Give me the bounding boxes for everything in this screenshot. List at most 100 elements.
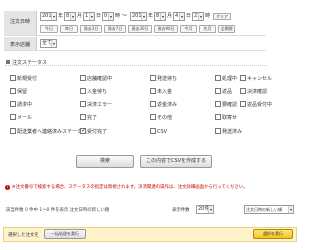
start-year-unit: 年 bbox=[58, 13, 64, 19]
quick-period-all-button[interactable]: 全期間 bbox=[218, 25, 235, 33]
checkbox-box[interactable] bbox=[215, 114, 221, 120]
status-checkbox-other[interactable]: その他 bbox=[150, 114, 172, 122]
checkbox-box[interactable] bbox=[240, 88, 246, 94]
checkbox-box[interactable] bbox=[215, 88, 221, 94]
chevron-down-icon: ▾ bbox=[89, 13, 94, 20]
checkbox-box[interactable] bbox=[215, 75, 221, 81]
quick-period-90days-button[interactable]: 過去90日 bbox=[154, 25, 178, 33]
status-checkbox-needs-check[interactable]: 要確認 bbox=[215, 101, 237, 109]
checkbox-box[interactable] bbox=[215, 128, 221, 134]
per-page-label: 表示件数 bbox=[172, 208, 190, 213]
checkbox-box[interactable] bbox=[215, 101, 221, 107]
status-option-label: 返金済み bbox=[157, 102, 178, 108]
results-summary: 該当件数 0 件中 1〜0 件を表示 注文日時の新しい順 bbox=[6, 208, 110, 213]
checkbox-box-checked[interactable] bbox=[80, 127, 86, 135]
status-checkbox-unpaid[interactable]: 未入金 bbox=[150, 88, 172, 96]
per-page-select[interactable]: 20件 ▾ bbox=[196, 205, 214, 214]
quick-period-yesterday-button[interactable]: 昨日 bbox=[60, 25, 78, 33]
chevron-down-icon: ▾ bbox=[179, 13, 184, 20]
status-checkbox-backorder[interactable]: 取寄せ bbox=[215, 114, 237, 122]
status-checkbox-mail[interactable]: メール bbox=[10, 114, 32, 122]
status-checkbox-csv[interactable]: CSV bbox=[150, 128, 167, 136]
end-year-unit: 年 bbox=[148, 13, 154, 19]
end-month-unit: 月 bbox=[167, 13, 173, 19]
checkbox-box[interactable] bbox=[150, 128, 156, 134]
status-option-label: CSV bbox=[157, 129, 168, 135]
status-toggle-icon[interactable] bbox=[6, 60, 10, 64]
notice-warning-icon: ! bbox=[5, 185, 10, 190]
start-day-unit: 日 bbox=[96, 13, 102, 19]
status-option-label: 保留 bbox=[17, 89, 28, 95]
status-option-label: 請求中 bbox=[17, 102, 33, 108]
search-button[interactable]: 検索 bbox=[76, 155, 134, 168]
status-checkbox-cancel[interactable]: キャンセル bbox=[240, 75, 272, 83]
status-checkbox-awaiting-payment[interactable]: 入金待ち bbox=[80, 88, 107, 96]
create-csv-button[interactable]: この内容でCSVを作成する bbox=[140, 155, 212, 168]
start-month-value: 8 bbox=[66, 13, 70, 19]
checkbox-box[interactable] bbox=[80, 101, 86, 107]
checkbox-box[interactable] bbox=[10, 101, 16, 107]
chevron-down-icon: ▾ bbox=[198, 13, 203, 20]
start-hour-select[interactable]: 0 ▾ bbox=[102, 12, 114, 21]
checkbox-box[interactable] bbox=[240, 75, 246, 81]
checkbox-box[interactable] bbox=[150, 101, 156, 107]
notice-text: ※注文番号で検索する場合、ステータスの指定は無視されます。決済関連の操作は、注文… bbox=[12, 185, 248, 190]
status-checkbox-invoicing[interactable]: 請求中 bbox=[10, 101, 32, 109]
status-checkbox-shipped[interactable]: 発送済み bbox=[215, 128, 242, 136]
quick-period-30days-button[interactable]: 過去30日 bbox=[128, 25, 152, 33]
end-day-select[interactable]: 4 ▾ bbox=[173, 12, 185, 21]
status-section-label: 注文ステータス bbox=[12, 60, 48, 66]
status-checkbox-payment-error[interactable]: 決済エラー bbox=[80, 101, 112, 109]
status-checkbox-returned[interactable]: 返品 bbox=[215, 88, 232, 96]
status-checkbox-refunded[interactable]: 返金済み bbox=[150, 101, 177, 109]
checkbox-box[interactable] bbox=[10, 88, 16, 94]
start-hour-value: 0 bbox=[104, 13, 108, 19]
period-label: 注文日時 bbox=[10, 19, 31, 25]
status-checkbox-new[interactable]: 新規受付 bbox=[10, 75, 37, 83]
checkbox-box[interactable] bbox=[150, 114, 156, 120]
checkbox-box[interactable] bbox=[240, 101, 246, 107]
quick-period-3days-button[interactable]: 過去3日 bbox=[80, 25, 102, 33]
status-checkbox-completed[interactable]: 完了 bbox=[80, 114, 97, 122]
chevron-down-icon: ▾ bbox=[208, 206, 213, 213]
status-checkbox-awaiting-shipment[interactable]: 発送待ち bbox=[150, 75, 177, 83]
checkbox-box[interactable] bbox=[150, 75, 156, 81]
store-select[interactable]: 全て ▾ bbox=[40, 39, 57, 48]
start-year-select[interactable]: 2019 ▾ bbox=[40, 12, 57, 21]
checkbox-box[interactable] bbox=[10, 75, 16, 81]
end-year-select[interactable]: 2019 ▾ bbox=[130, 12, 147, 21]
status-checkbox-payment-confirm[interactable]: 決済確認 bbox=[240, 88, 267, 96]
status-option-label: 返品受付中 bbox=[247, 102, 273, 108]
chevron-down-icon: ▾ bbox=[51, 13, 56, 20]
start-day-select[interactable]: 1 ▾ bbox=[83, 12, 95, 21]
status-checkbox-return-accepting[interactable]: 返品受付中 bbox=[240, 101, 272, 109]
checkbox-box[interactable] bbox=[10, 128, 16, 134]
end-month-select[interactable]: 8 ▾ bbox=[154, 12, 166, 21]
checkbox-box[interactable] bbox=[150, 88, 156, 94]
start-month-select[interactable]: 8 ▾ bbox=[64, 12, 76, 21]
quick-period-last-month-button[interactable]: 先月 bbox=[199, 25, 216, 33]
checkbox-box[interactable] bbox=[80, 114, 86, 120]
sort-select[interactable]: 注文日時の新しい順 ▾ bbox=[244, 205, 294, 214]
status-checkbox-reserve[interactable]: 保留 bbox=[10, 88, 27, 96]
status-checkbox-carrier-contacted[interactable]: 配送業者へ連絡済みステータス bbox=[10, 128, 87, 136]
bulk-process-button[interactable]: 一括処理を実行 bbox=[44, 229, 86, 239]
checkbox-box[interactable] bbox=[80, 75, 86, 81]
status-option-label: 決済エラー bbox=[87, 102, 113, 108]
status-checkbox-accepted[interactable]: 受付完了 bbox=[80, 127, 108, 136]
execute-selection-button[interactable]: 選択を実行 bbox=[253, 229, 293, 239]
status-option-label: 配送業者へ連絡済みステータス bbox=[17, 129, 88, 135]
checkbox-box[interactable] bbox=[10, 114, 16, 120]
status-checkbox-processing[interactable]: 処理中 bbox=[215, 75, 237, 83]
status-option-label: 返品 bbox=[222, 89, 233, 95]
quick-period-this-month-button[interactable]: 今月 bbox=[180, 25, 197, 33]
checkbox-box[interactable] bbox=[80, 88, 86, 94]
end-day-value: 4 bbox=[175, 13, 179, 19]
status-option-label: 受付完了 bbox=[87, 129, 108, 135]
quick-period-7days-button[interactable]: 過去7日 bbox=[104, 25, 126, 33]
quick-period-today-button[interactable]: 今日 bbox=[40, 25, 58, 33]
clear-button[interactable]: クリア bbox=[213, 13, 231, 20]
end-hour-select[interactable]: 23▾ bbox=[192, 12, 204, 21]
store-row-border bbox=[4, 50, 266, 51]
status-checkbox-store-checking[interactable]: 店舗確認中 bbox=[80, 75, 112, 83]
